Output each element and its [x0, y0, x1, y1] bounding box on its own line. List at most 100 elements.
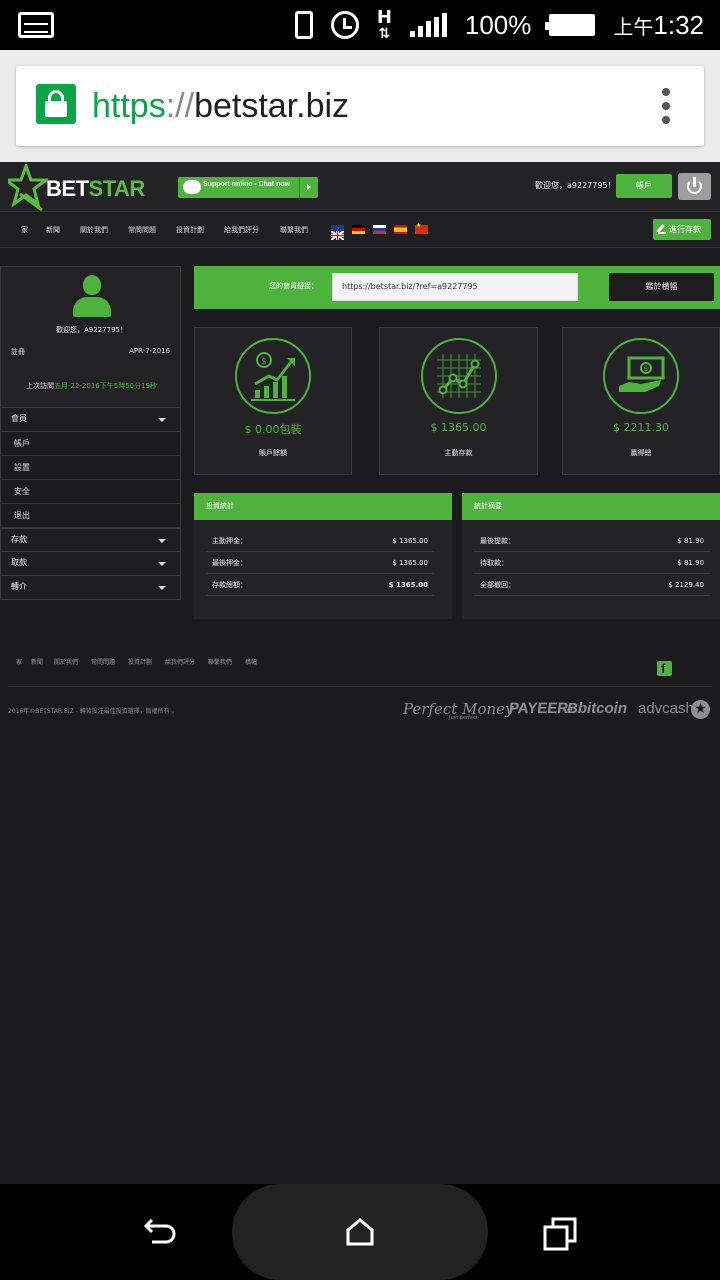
money-hand-icon: $: [603, 338, 679, 414]
sidebar-item-settings[interactable]: 設置: [0, 456, 181, 480]
payeer-logo: PAYEER: [508, 700, 570, 717]
sidebar: 歡迎您，A9227795！ 註冊 APR-7-2016 上次訪問五月-22-20…: [0, 266, 181, 600]
footer-link-home[interactable]: 家: [16, 657, 22, 666]
uk-flag-icon[interactable]: [330, 225, 345, 241]
stat-row: 最後提款： $ 81.90: [474, 530, 710, 552]
address-bar[interactable]: https://betstar.biz: [16, 66, 704, 146]
stats-summary-panel: 統計摘要 最後提款： $ 81.90 待取款： $ 81.90 全部撤回： $ 212…: [462, 493, 720, 619]
browser-toolbar: https://betstar.biz: [0, 50, 720, 162]
card-amount: $ 2211.30: [613, 421, 669, 434]
nav-plans[interactable]: 投資計劃: [176, 225, 204, 235]
germany-flag-icon[interactable]: [352, 225, 365, 234]
registered-date: APR-7-2016: [129, 347, 170, 355]
sidebar-section-deposit[interactable]: 存款: [0, 528, 181, 552]
referral-label: 您的會員鏈接：: [269, 282, 318, 290]
caret-down-icon: [158, 562, 166, 566]
alarm-icon: [330, 11, 359, 39]
card-label: 主動存款: [444, 449, 473, 457]
footer-link-news[interactable]: 新聞: [31, 657, 43, 666]
card-amount: $ 1365.00: [430, 421, 487, 434]
lock-icon[interactable]: [36, 84, 76, 124]
vibrate-icon: [294, 11, 313, 39]
nav-home[interactable]: 家: [21, 225, 28, 235]
logout-power-button[interactable]: [678, 173, 711, 200]
nav-about[interactable]: 關於我們: [80, 225, 108, 235]
trend-graph-icon: [420, 338, 497, 414]
battery-percent: 100%: [464, 9, 532, 40]
referral-bar: 您的會員鏈接： https://betstar.biz/?ref=a922779…: [194, 266, 720, 309]
facebook-icon[interactable]: [657, 661, 672, 676]
star-logo-icon: [8, 164, 48, 212]
make-deposit-button[interactable]: 進行存款: [653, 219, 711, 240]
signal-icon: [409, 13, 447, 37]
panel-title: 投資統計: [194, 493, 452, 520]
user-avatar-icon: [73, 275, 111, 317]
footer-link-contact[interactable]: 聯繫我們: [208, 657, 232, 666]
footer-link-plans[interactable]: 投資計劃: [128, 657, 152, 666]
russia-flag-icon[interactable]: [373, 225, 386, 234]
advcash-logo: advcash: [638, 700, 694, 717]
nav-news[interactable]: 新聞: [46, 225, 60, 235]
svg-text:$: $: [644, 365, 648, 373]
url-text[interactable]: https://betstar.biz: [92, 84, 349, 128]
referral-link-field[interactable]: https://betstar.biz/?ref=a9227795: [332, 273, 578, 301]
footer-link-rate[interactable]: 給我們評分: [165, 657, 195, 666]
pencil-icon: [658, 224, 666, 234]
last-visit: 上次訪問五月-22-2016下午5時50分19秒: [25, 382, 158, 390]
card-account-balance: $ $ 0.00包裝 賬戶餘額: [194, 327, 352, 475]
android-nav-bar: [0, 1184, 720, 1280]
investment-stats-panel: 投資統計 主動押金： $ 1365.00 最後押金： $ 1365.00 存款總額：…: [194, 493, 452, 619]
stat-row: 最後押金： $ 1365.00: [206, 552, 434, 574]
copyright-text: 2016年©BETSTAR.BIZ - 轉背投注最佳投資選擇，版權所有 。: [8, 708, 178, 715]
status-bar: H ⇅ 100% 上午1:32: [0, 0, 720, 50]
card-active-deposit: $ 1365.00 主動存款: [379, 327, 538, 475]
clock: 上午1:32: [613, 9, 704, 40]
sidebar-item-security[interactable]: 安全: [0, 480, 181, 504]
caret-down-icon: [158, 418, 166, 422]
footer-divider: [8, 686, 712, 687]
sidebar-section-referral[interactable]: 轉介: [0, 576, 181, 600]
sidebar-section-withdraw[interactable]: 取款: [0, 552, 181, 576]
caret-down-icon: [158, 539, 166, 543]
profile-box: 歡迎您，A9227795！ 註冊 APR-7-2016 上次訪問五月-22-20…: [0, 266, 181, 408]
nav-faq[interactable]: 常問問題: [128, 225, 156, 235]
bitcoin-logo: Ƀbitcoin: [567, 700, 628, 717]
network-type-icon: H ⇅: [376, 7, 392, 42]
battery-icon: [545, 14, 596, 36]
back-icon[interactable]: [142, 1216, 178, 1246]
nav-contact[interactable]: 聯繫我們: [280, 225, 308, 235]
recent-apps-icon[interactable]: [543, 1217, 577, 1251]
panel-title: 統計摘要: [462, 493, 720, 520]
card-label: 贏得總: [630, 449, 652, 457]
home-icon[interactable]: [346, 1218, 374, 1246]
perfect-money-logo: Perfect Money Just perfect: [403, 700, 514, 721]
stat-row: 存款總額： $ 1365.00: [206, 574, 434, 596]
sidebar-item-account[interactable]: 帳戶: [0, 432, 181, 456]
registered-label: 註冊: [11, 348, 25, 356]
footer-link-faq[interactable]: 常問問題: [91, 657, 115, 666]
stat-row: 待取款： $ 81.90: [474, 552, 710, 574]
growth-chart-icon: $: [235, 338, 311, 414]
support-label: Support online - Chat now: [203, 181, 291, 188]
chat-cloud-icon: [183, 180, 201, 194]
stat-row: 全部撤回： $ 2129.40: [474, 574, 710, 596]
banners-button[interactable]: 鑑於横幅: [609, 273, 714, 301]
card-label: 賬戶餘額: [259, 449, 287, 457]
footer-link-banners[interactable]: 橫幅: [245, 657, 257, 666]
welcome-text: 歡迎您，a9227795！: [535, 181, 616, 190]
china-flag-icon[interactable]: ★: [415, 222, 428, 234]
overflow-menu-icon[interactable]: [662, 88, 670, 124]
card-amount: $ 0.00包裝: [244, 423, 302, 436]
support-chat-button[interactable]: Support online - Chat now: [178, 177, 318, 198]
profile-welcome: 歡迎您，A9227795！: [56, 326, 127, 334]
nav-rate-us[interactable]: 給我們評分: [224, 225, 259, 235]
spain-flag-icon[interactable]: [394, 225, 407, 234]
betstar-logo[interactable]: BETSTAR: [8, 164, 145, 212]
footer-link-about[interactable]: 關於我們: [54, 657, 78, 666]
arrow-right-icon: [299, 177, 318, 198]
main-nav: 家 新聞 關於我們 常問問題 投資計劃 給我們評分 聯繫我們 ★: [0, 212, 720, 248]
sidebar-item-logout[interactable]: 退出: [0, 504, 181, 528]
stat-row: 主動押金： $ 1365.00: [206, 530, 434, 552]
account-button[interactable]: 帳戶: [616, 174, 672, 198]
sidebar-section-member[interactable]: 會員: [0, 408, 181, 432]
